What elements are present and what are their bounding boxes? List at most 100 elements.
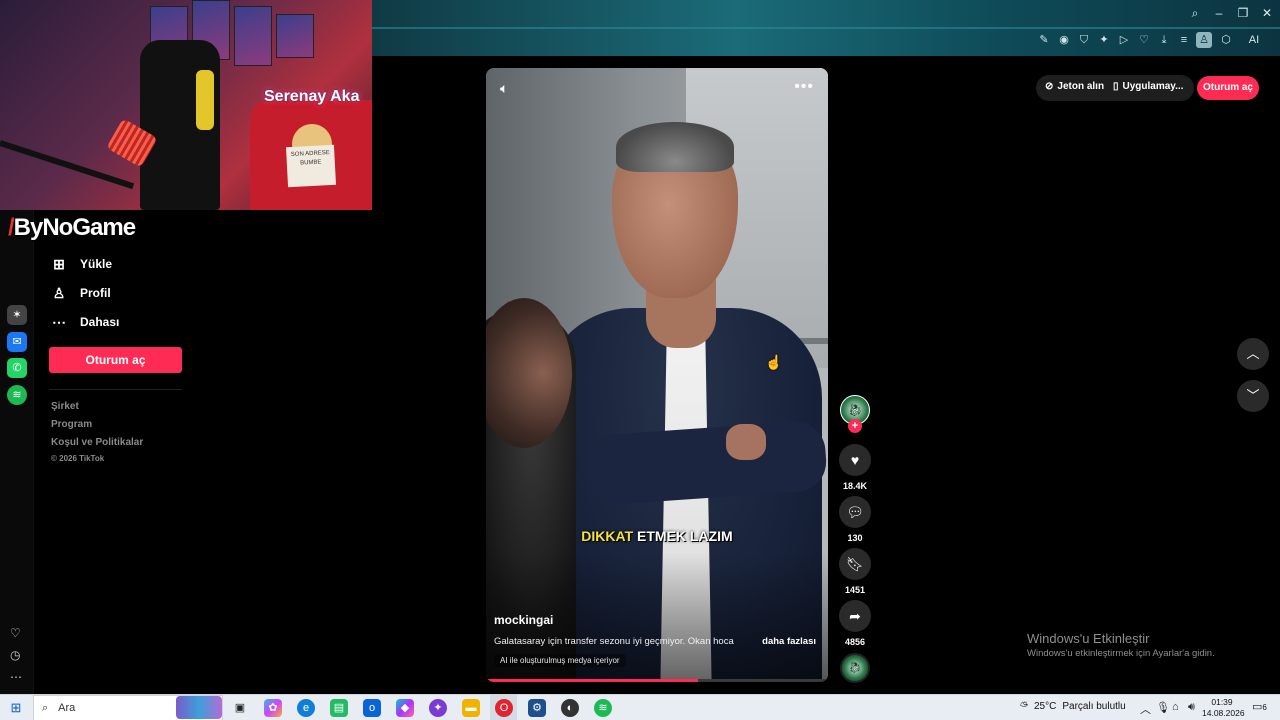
app-icon[interactable]: ✦ [429, 699, 447, 717]
share-button[interactable]: ➦ [839, 600, 871, 632]
video-progress-bar[interactable] [486, 679, 828, 682]
comment-button[interactable]: 💬︎ [839, 496, 871, 528]
toolbar-divider [372, 27, 1280, 29]
ai-label: AI [1248, 34, 1260, 46]
music-disc[interactable]: 🐉︎ [840, 653, 870, 683]
search-icon[interactable]: ⌕ [1186, 4, 1204, 22]
heart-icon[interactable]: ♡ [1136, 32, 1152, 48]
volume-icon[interactable]: 🔈︎ [500, 80, 508, 97]
phone-icon: ▯ [1113, 81, 1119, 92]
header-login-button[interactable]: Oturum aç [1197, 76, 1259, 100]
profile-icon[interactable]: ♙ [1196, 32, 1212, 48]
spotify-icon[interactable]: ≋ [7, 385, 27, 405]
history-icon[interactable]: ◷ [10, 648, 20, 662]
volume-icon[interactable]: 🔊︎ [1188, 701, 1195, 714]
lightbox-sign: SON ADRESE BUMBE [285, 144, 337, 188]
play-icon[interactable]: ▷ [1116, 32, 1132, 48]
chevron-down-icon: ﹀ [1246, 388, 1260, 403]
terms-link[interactable]: Koşul ve Politikalar [51, 437, 143, 448]
tray-expand-icon[interactable]: ︿ [1140, 701, 1151, 717]
like-button[interactable]: ♥ [839, 444, 871, 476]
notification-icon: ▭ [1252, 701, 1263, 713]
messenger-icon[interactable]: ✉ [7, 332, 27, 352]
sidebar-item-profile[interactable]: ♙ Profil [50, 282, 111, 304]
coin-icon: ⊘ [1045, 81, 1054, 92]
edit-icon[interactable]: ✎ [1036, 32, 1052, 48]
sidebar-login-button[interactable]: Oturum aç [49, 347, 182, 373]
subtitle-highlight: DIKKAT [581, 528, 634, 544]
mouse-cursor-icon: ☝ [765, 354, 783, 370]
browser-toolbar: ⌕ – ❐ ✕ ✎ ◉ ⛉ ✦ ▷ ♡ ⤓ ≡ ♙ ⬡ AI [372, 0, 1280, 56]
read-more-link[interactable]: daha fazlası [762, 636, 816, 647]
extension-icon[interactable]: ✶ [7, 305, 27, 325]
windows-start-icon[interactable]: ⊞ [8, 700, 24, 716]
screen: ⌕ – ❐ ✕ ✎ ◉ ⛉ ✦ ▷ ♡ ⤓ ≡ ♙ ⬡ AI ✶ ✉ ✆ ≋ ♡… [0, 0, 1280, 720]
comment-icon: 💬︎ [846, 504, 864, 520]
program-link[interactable]: Program [51, 419, 92, 430]
file-explorer-icon[interactable]: ▬ [462, 699, 480, 717]
steam-icon[interactable]: ⚙ [528, 699, 546, 717]
save-count: 1451 [844, 585, 866, 595]
clock[interactable]: 01:39 14.08.2026 [1202, 697, 1245, 719]
whatsapp-icon[interactable]: ✆ [7, 358, 27, 378]
bookmark-icon: 🔖︎ [846, 556, 864, 572]
previous-video-button[interactable]: ︿ [1237, 338, 1269, 370]
sidebar-item-label: Dahası [80, 315, 120, 329]
network-icon[interactable]: ⌂ [1172, 701, 1179, 713]
get-app-button[interactable]: ▯ Uygulamay... [1113, 81, 1183, 92]
opera-gx-icon[interactable]: O [495, 699, 513, 717]
spotify-icon[interactable]: ≋ [594, 699, 612, 717]
search-icon: ⌕ [42, 701, 49, 714]
video-progress-fill [486, 679, 699, 682]
more-icon: ⋯ [52, 313, 66, 330]
person-icon: ♙ [52, 284, 66, 301]
activation-watermark-title: Windows'u Etkinleştir [1027, 631, 1150, 646]
download-icon[interactable]: ⤓ [1156, 32, 1172, 48]
more-options-icon[interactable]: ••• [794, 78, 814, 96]
video-subject-hand [726, 424, 766, 460]
weather-widget[interactable]: ⛅︎ 25°C Parçalı bulutlu [1020, 701, 1126, 712]
microphone-icon[interactable]: 🎙︎ [1156, 701, 1170, 714]
save-button[interactable]: 🔖︎ [839, 548, 871, 580]
microsoft365-icon[interactable]: ◆ [396, 699, 414, 717]
weather-description: Parçalı bulutlu [1062, 701, 1126, 712]
restore-button[interactable]: ❐ [1234, 4, 1252, 22]
search-highlight-art [176, 696, 222, 719]
store-icon[interactable]: ▤ [330, 699, 348, 717]
edge-icon[interactable]: e [297, 699, 315, 717]
extensions-icon[interactable]: ✦ [1096, 32, 1112, 48]
close-button[interactable]: ✕ [1258, 4, 1276, 22]
like-count: 18.4K [842, 481, 868, 491]
favorites-icon[interactable]: ♡ [10, 626, 21, 640]
ai-button[interactable]: AI [1242, 32, 1266, 48]
shield-icon[interactable]: ⛉ [1076, 32, 1092, 48]
company-link[interactable]: Şirket [51, 401, 79, 412]
copilot-icon[interactable]: ✿ [264, 699, 282, 717]
get-coins-button[interactable]: ⊘ Jeton alın [1045, 81, 1104, 92]
follow-plus-icon[interactable]: + [848, 419, 862, 433]
video-subtitle: DIKKAT ETMEK LAZIM [486, 528, 828, 544]
video-username[interactable]: mockingai [494, 613, 553, 627]
more-icon[interactable]: ⋯ [10, 670, 22, 684]
video-description: Galatasaray için transfer sezonu iyi geç… [494, 636, 734, 647]
cube-icon[interactable]: ⬡ [1218, 32, 1234, 48]
bynogame-logo: /ByNoGame [8, 214, 136, 241]
sidebar-item-more[interactable]: ⋯ Dahası [50, 311, 119, 333]
temperature: 25°C [1034, 701, 1057, 712]
sidebar-item-upload[interactable]: ⊞ Yükle [50, 253, 112, 275]
notification-center[interactable]: ▭6 [1252, 700, 1267, 713]
wall-art [276, 14, 314, 58]
minimize-button[interactable]: – [1210, 4, 1228, 22]
plus-square-icon: ⊞ [53, 255, 65, 272]
task-view-icon[interactable]: ▣ [231, 699, 249, 717]
video-player[interactable]: 🔈︎ ••• DIKKAT ETMEK LAZIM mockingai Gala… [486, 68, 828, 682]
share-count: 4856 [844, 637, 866, 647]
webcam-overlay: SON ADRESE BUMBE Serenay Aka [0, 0, 372, 210]
obs-icon[interactable]: ◐ [561, 699, 579, 717]
camera-icon[interactable]: ◉ [1056, 32, 1072, 48]
outlook-icon[interactable]: o [363, 699, 381, 717]
browser-sidebar: ✶ ✉ ✆ ≋ ♡ ◷ ⋯ [0, 210, 34, 694]
next-video-button[interactable]: ﹀ [1237, 380, 1269, 412]
streamer-name: Serenay Aka [264, 88, 360, 105]
menu-icon[interactable]: ≡ [1176, 32, 1192, 48]
